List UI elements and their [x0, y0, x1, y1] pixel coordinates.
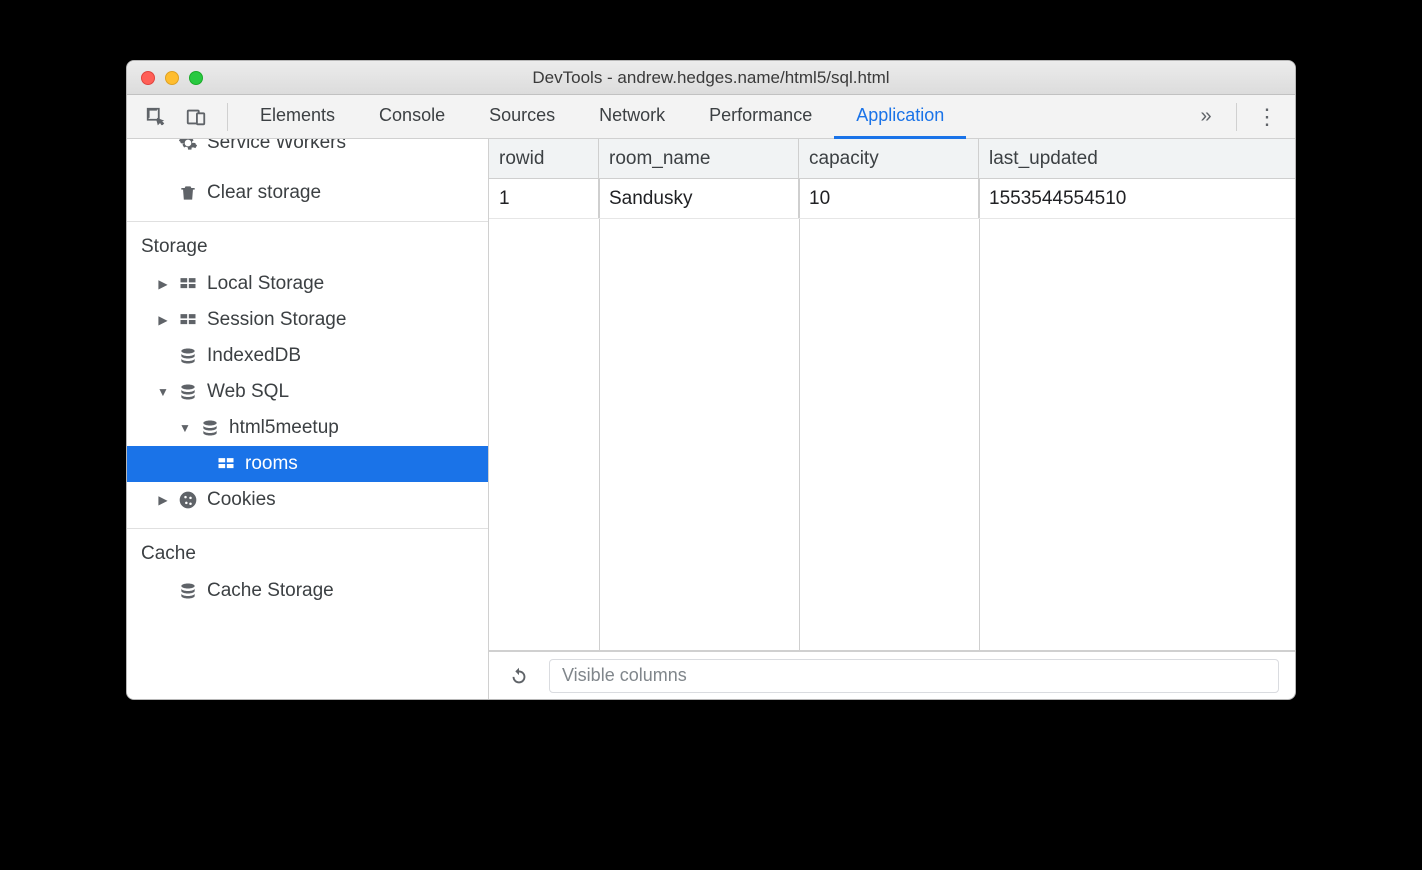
- devtools-menu-icon[interactable]: ⋮: [1247, 104, 1287, 130]
- cell-capacity: 10: [799, 179, 979, 218]
- table-footer: Visible columns: [489, 651, 1295, 699]
- column-divider: [979, 179, 980, 650]
- tab-sources[interactable]: Sources: [467, 95, 577, 139]
- database-icon: [199, 417, 221, 439]
- tab-performance[interactable]: Performance: [687, 95, 834, 139]
- minimize-window-button[interactable]: [165, 71, 179, 85]
- sidebar-item-label: Session Storage: [207, 309, 346, 331]
- sidebar-item-cache-storage[interactable]: Cache Storage: [127, 573, 488, 609]
- tab-elements[interactable]: Elements: [238, 95, 357, 139]
- table-body: 1 Sandusky 10 1553544554510: [489, 179, 1295, 650]
- sidebar-item-web-sql[interactable]: ▼ Web SQL: [127, 374, 488, 410]
- visible-columns-placeholder: Visible columns: [562, 665, 687, 686]
- tab-application[interactable]: Application: [834, 95, 966, 139]
- window-title: DevTools - andrew.hedges.name/html5/sql.…: [127, 68, 1295, 88]
- tab-network[interactable]: Network: [577, 95, 687, 139]
- database-icon: [177, 580, 199, 602]
- sidebar-item-label: Local Storage: [207, 273, 324, 295]
- maximize-window-button[interactable]: [189, 71, 203, 85]
- sidebar-item-database[interactable]: ▼ html5meetup: [127, 410, 488, 446]
- sidebar-item-label: Cookies: [207, 489, 276, 511]
- cell-last-updated: 1553544554510: [979, 179, 1295, 218]
- tabbar-divider-right: [1236, 103, 1237, 131]
- chevron-down-icon: ▼: [157, 385, 169, 399]
- trash-icon: [177, 182, 199, 204]
- refresh-icon[interactable]: [505, 662, 533, 690]
- window-controls: [127, 71, 203, 85]
- table-icon: [215, 453, 237, 475]
- sidebar-item-indexeddb[interactable]: IndexedDB: [127, 338, 488, 374]
- column-divider: [799, 179, 800, 650]
- sidebar-item-cookies[interactable]: ▶ Cookies: [127, 482, 488, 518]
- storage-grid-icon: [177, 273, 199, 295]
- devtools-tabs: Elements Console Sources Network Perform…: [238, 95, 1186, 138]
- sidebar-item-session-storage[interactable]: ▶ Session Storage: [127, 302, 488, 338]
- cell-room-name: Sandusky: [599, 179, 799, 218]
- sidebar-group-storage: Storage: [127, 222, 488, 266]
- sidebar-item-label: html5meetup: [229, 417, 339, 439]
- sidebar-item-local-storage[interactable]: ▶ Local Storage: [127, 266, 488, 302]
- inspect-element-icon[interactable]: [143, 104, 169, 130]
- sidebar-item-label: IndexedDB: [207, 345, 301, 367]
- tabbar-divider: [227, 103, 228, 131]
- main-panel: rowid room_name capacity last_updated 1 …: [489, 139, 1295, 699]
- table-row[interactable]: 1 Sandusky 10 1553544554510: [489, 179, 1295, 219]
- tab-console[interactable]: Console: [357, 95, 467, 139]
- sidebar-item-label: Service Workers: [207, 139, 346, 154]
- storage-grid-icon: [177, 309, 199, 331]
- column-header[interactable]: rowid: [489, 139, 599, 178]
- visible-columns-input[interactable]: Visible columns: [549, 659, 1279, 693]
- sidebar-item-label: Cache Storage: [207, 580, 334, 602]
- sidebar-item-clear-storage[interactable]: Clear storage: [127, 175, 488, 211]
- sidebar-item-label: Web SQL: [207, 381, 289, 403]
- close-window-button[interactable]: [141, 71, 155, 85]
- data-table: rowid room_name capacity last_updated 1 …: [489, 139, 1295, 651]
- devtools-window: DevTools - andrew.hedges.name/html5/sql.…: [126, 60, 1296, 700]
- gear-icon: [177, 139, 199, 154]
- sidebar-item-table-rooms[interactable]: rooms: [127, 446, 488, 482]
- table-header-row: rowid room_name capacity last_updated: [489, 139, 1295, 179]
- database-icon: [177, 345, 199, 367]
- cookie-icon: [177, 489, 199, 511]
- titlebar: DevTools - andrew.hedges.name/html5/sql.…: [127, 61, 1295, 95]
- device-toolbar-icon[interactable]: [183, 104, 209, 130]
- column-header[interactable]: last_updated: [979, 139, 1295, 178]
- database-icon: [177, 381, 199, 403]
- more-tabs-icon[interactable]: »: [1186, 105, 1226, 128]
- column-header[interactable]: capacity: [799, 139, 979, 178]
- chevron-right-icon: ▶: [157, 313, 169, 327]
- application-sidebar: Service Workers Clear storage Storage ▶: [127, 139, 489, 699]
- devtools-body: Service Workers Clear storage Storage ▶: [127, 139, 1295, 699]
- sidebar-group-cache: Cache: [127, 529, 488, 573]
- chevron-right-icon: ▶: [157, 277, 169, 291]
- sidebar-item-label: Clear storage: [207, 182, 321, 204]
- column-divider: [599, 179, 600, 650]
- column-header[interactable]: room_name: [599, 139, 799, 178]
- chevron-down-icon: ▼: [179, 421, 191, 435]
- sidebar-item-label: rooms: [245, 453, 298, 475]
- sidebar-item-service-workers[interactable]: Service Workers: [127, 139, 488, 161]
- chevron-right-icon: ▶: [157, 493, 169, 507]
- cell-rowid: 1: [489, 179, 599, 218]
- devtools-tabbar: Elements Console Sources Network Perform…: [127, 95, 1295, 139]
